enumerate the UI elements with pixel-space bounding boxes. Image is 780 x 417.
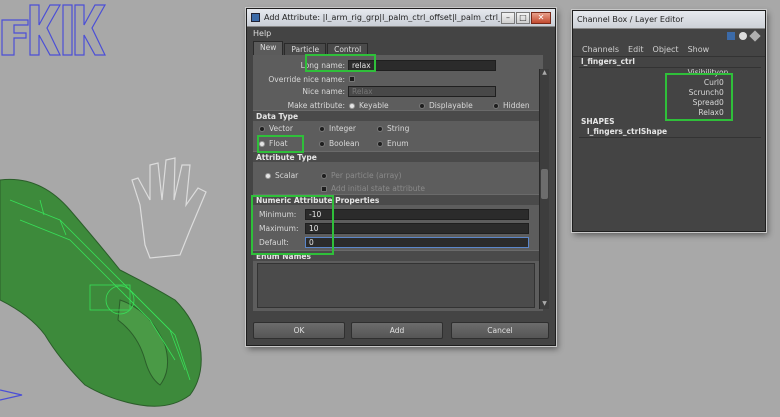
dialog-scrollbar[interactable]: ▲ ▼ [539, 69, 549, 309]
channel-box-title: Channel Box / Layer Editor [577, 15, 684, 24]
scroll-thumb[interactable] [541, 169, 548, 199]
channel-box-window[interactable]: Channel Box / Layer Editor Channels Edit… [572, 10, 766, 232]
menu-show[interactable]: Show [688, 45, 710, 54]
channel-curl-label[interactable]: Curl [704, 78, 719, 87]
add-button[interactable]: Add [351, 322, 443, 339]
channel-visibility-value[interactable]: on [719, 68, 728, 77]
maximum-label: Maximum: [259, 223, 299, 233]
kik-watermark [1, 4, 107, 56]
ok-button[interactable]: OK [253, 322, 345, 339]
menu-edit[interactable]: Edit [628, 45, 644, 54]
tab-new[interactable]: New [253, 41, 284, 55]
data-type-integer-radio[interactable]: Integer [319, 124, 377, 133]
shapes-header: SHAPES [581, 117, 615, 126]
nice-name-label: Nice name: [302, 86, 345, 96]
maximum-input[interactable]: 10 [305, 222, 529, 234]
close-button[interactable]: ✕ [531, 11, 551, 24]
dialog-tabs: New Particle Control [247, 41, 555, 55]
node-name[interactable]: l_fingers_ctrl [581, 57, 635, 66]
data-type-boolean-radio[interactable]: Boolean [319, 139, 377, 148]
displayable-radio[interactable]: Displayable [419, 101, 493, 110]
layer-editor-icon[interactable] [739, 32, 747, 40]
shape-node-name[interactable]: l_fingers_ctrlShape [587, 127, 667, 136]
channel-scrunch-value[interactable]: 0 [719, 88, 724, 97]
make-attribute-label: Make attribute: [287, 100, 345, 110]
data-type-float-radio[interactable]: Float [259, 139, 319, 148]
add-attribute-dialog[interactable]: Add Attribute: |l_arm_rig_grp|l_palm_ctr… [246, 8, 556, 346]
attr-type-scalar-radio[interactable]: Scalar [265, 171, 321, 180]
channel-curl-value[interactable]: 0 [719, 78, 724, 87]
channel-visibility-label[interactable]: Visibility [688, 68, 719, 77]
data-type-string-radio[interactable]: String [377, 124, 409, 133]
minimum-label: Minimum: [259, 209, 297, 219]
attribute-type-header[interactable]: Attribute Type [253, 151, 539, 162]
scroll-up-arrow[interactable]: ▲ [540, 69, 549, 78]
default-input[interactable]: 0 [305, 236, 529, 248]
channel-spread-value[interactable]: 0 [719, 98, 724, 107]
arm-control [0, 389, 23, 401]
add-initial-state-checkbox[interactable]: Add initial state attribute [321, 184, 425, 193]
enum-names-list[interactable] [257, 263, 535, 308]
dialog-title: Add Attribute: |l_arm_rig_grp|l_palm_ctr… [264, 13, 500, 22]
tab-particle[interactable]: Particle [284, 43, 327, 55]
channel-relax-value[interactable]: 0 [719, 108, 724, 117]
hidden-radio[interactable]: Hidden [493, 101, 530, 110]
long-name-label: Long name: [300, 60, 345, 70]
data-type-enum-radio[interactable]: Enum [377, 139, 409, 148]
channel-box-toolbar [573, 29, 765, 43]
cancel-button[interactable]: Cancel [451, 322, 549, 339]
override-nice-name-label: Override nice name: [268, 74, 345, 84]
channel-box-menu: Channels Edit Object Show [573, 43, 765, 57]
scroll-down-arrow[interactable]: ▼ [540, 300, 549, 309]
tab-control[interactable]: Control [327, 43, 369, 55]
help-menu[interactable]: Help [247, 27, 555, 41]
minimum-input[interactable]: -10 [305, 208, 529, 220]
keyable-radio[interactable]: Keyable [349, 101, 419, 110]
long-name-input[interactable]: relax [348, 59, 496, 71]
channel-box-icon[interactable] [727, 32, 735, 40]
channel-relax-label[interactable]: Relax [698, 108, 719, 117]
channel-scrunch-label[interactable]: Scrunch [689, 88, 719, 97]
numeric-properties-header[interactable]: Numeric Attribute Properties [253, 194, 539, 205]
attr-type-per-particle-radio[interactable]: Per particle (array) [321, 171, 402, 180]
channel-box-titlebar[interactable]: Channel Box / Layer Editor [573, 11, 765, 29]
minimize-button[interactable]: – [501, 11, 515, 24]
nice-name-input[interactable]: Relax [348, 85, 496, 97]
menu-channels[interactable]: Channels [582, 45, 619, 54]
attribute-editor-icon[interactable] [749, 30, 761, 42]
channel-spread-label[interactable]: Spread [693, 98, 719, 107]
data-type-header[interactable]: Data Type [253, 110, 539, 121]
menu-object[interactable]: Object [653, 45, 679, 54]
maximize-button[interactable]: □ [516, 11, 530, 24]
dialog-titlebar[interactable]: Add Attribute: |l_arm_rig_grp|l_palm_ctr… [247, 9, 555, 27]
maya-app-icon [251, 13, 260, 22]
default-label: Default: [259, 237, 289, 247]
data-type-vector-radio[interactable]: Vector [259, 124, 319, 133]
arm-mesh [0, 178, 202, 407]
hand-control-curve [131, 157, 207, 259]
enum-names-header[interactable]: Enum Names [253, 250, 539, 261]
override-nice-name-checkbox[interactable] [349, 76, 355, 82]
